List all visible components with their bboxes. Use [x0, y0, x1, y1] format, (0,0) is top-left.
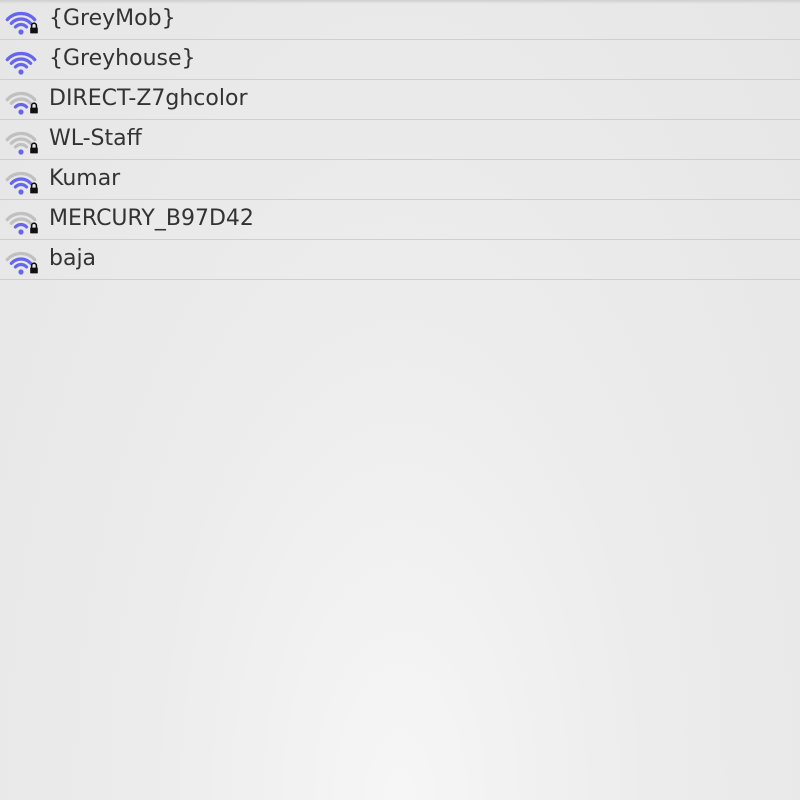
- wifi-network-item[interactable]: Kumar: [0, 160, 800, 200]
- lock-icon: [29, 259, 39, 274]
- network-ssid-label: baja: [49, 246, 97, 271]
- lock-icon: [29, 219, 39, 234]
- network-ssid-label: MERCURY_B97D42: [49, 206, 254, 231]
- lock-icon: [29, 99, 39, 114]
- wifi-signal-icon: [4, 43, 40, 75]
- wifi-network-item[interactable]: WL-Staff: [0, 120, 800, 160]
- network-ssid-label: {Greyhouse}: [49, 46, 196, 71]
- lock-icon: [29, 19, 39, 34]
- wifi-network-item[interactable]: baja: [0, 240, 800, 280]
- network-ssid-label: WL-Staff: [49, 126, 142, 151]
- lock-icon: [29, 139, 39, 154]
- network-ssid-label: Kumar: [49, 166, 121, 191]
- wifi-network-item[interactable]: {GreyMob}: [0, 0, 800, 40]
- wifi-network-list: {GreyMob} {Greyhouse} DIRECT-Z7ghcolor WL-S…: [0, 0, 800, 280]
- lock-icon: [29, 179, 39, 194]
- network-ssid-label: DIRECT-Z7ghcolor: [49, 86, 248, 111]
- network-ssid-label: {GreyMob}: [49, 6, 176, 31]
- wifi-network-item[interactable]: {Greyhouse}: [0, 40, 800, 80]
- wifi-network-item[interactable]: DIRECT-Z7ghcolor: [0, 80, 800, 120]
- wifi-network-item[interactable]: MERCURY_B97D42: [0, 200, 800, 240]
